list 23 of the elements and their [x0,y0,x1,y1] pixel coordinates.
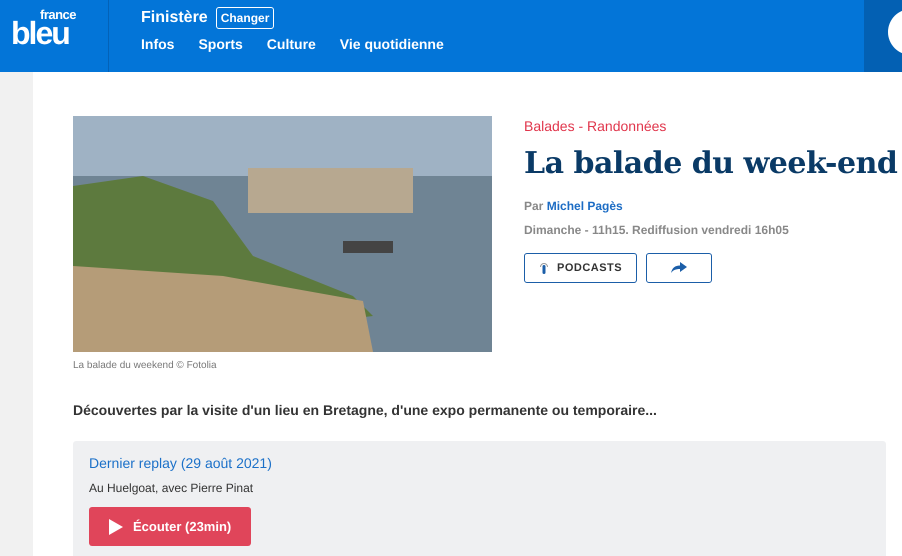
category-link[interactable]: Balades - Randonnées [524,118,898,134]
author-line: Par Michel Pagès [524,199,624,213]
author-link[interactable]: Michel Pagès [546,199,623,213]
logo-small-text[interactable]: france [40,9,76,20]
podcasts-button[interactable]: PODCASTS [524,253,638,283]
region-name: Finistère [141,9,208,27]
schedule-text: Dimanche - 11h15. Rediffusion vendredi 16h05 [524,223,790,237]
podcast-icon [539,262,549,274]
nav-link[interactable]: Infos [141,36,174,52]
nav-link[interactable]: Culture [266,36,316,52]
image-caption: La balade du weekend © Fotolia [73,360,218,371]
logo-text[interactable]: bleu [11,20,69,46]
nav-link[interactable]: Sports [198,36,243,52]
show-title: La balade du week-end [524,146,898,181]
replay-title[interactable]: Dernier replay (29 août 2021) [89,455,870,471]
change-region-button[interactable]: Changer [216,7,274,29]
replay-subtitle: Au Huelgoat, avec Pierre Pinat [89,481,254,495]
listen-button[interactable]: Écouter (23min) [89,507,252,546]
share-button[interactable] [646,253,712,283]
nav-link[interactable]: Vie quotidienne [340,36,444,52]
share-arrow-icon [671,262,688,274]
show-description: Découvertes par la visite d'un lieu en Bretagne, d'une expo permanente ou temporaire... [73,402,658,418]
play-icon [109,518,123,534]
